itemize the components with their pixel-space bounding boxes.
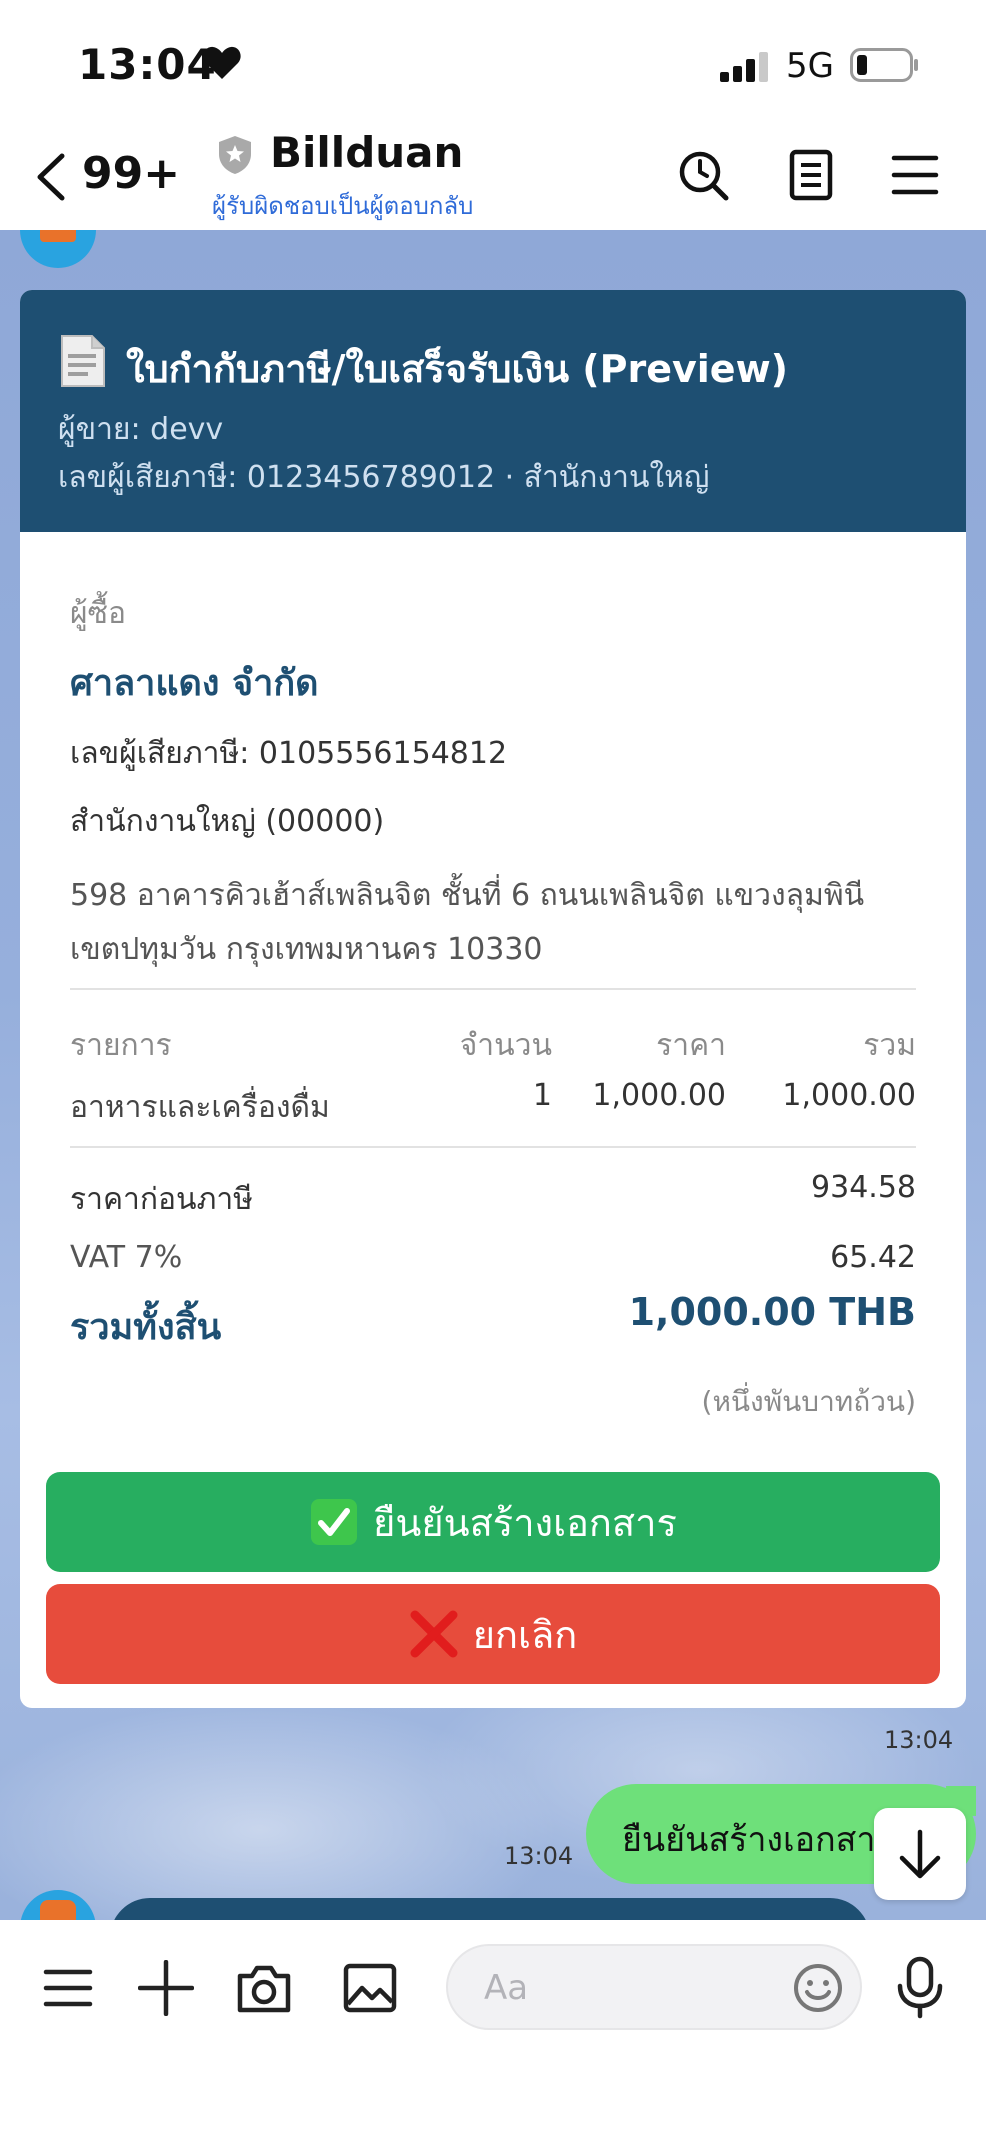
menu-icon[interactable] — [40, 1960, 96, 2016]
scroll-to-bottom-button[interactable] — [874, 1808, 966, 1900]
amount-in-words: (หนึ่งพันบาทถ้วน) — [701, 1385, 916, 1418]
battery-icon — [850, 48, 918, 82]
buyer-branch: สำนักงานใหญ่ (00000) — [70, 804, 385, 839]
divider — [70, 1146, 916, 1148]
buyer-tax-id: เลขผู้เสียภาษี: 0105556154812 — [70, 736, 508, 771]
message-timestamp: 13:04 — [504, 1842, 574, 1870]
grand-total-value: 1,000.00 THB — [628, 1290, 916, 1334]
vat-value: 65.42 — [830, 1240, 916, 1275]
invoice-header: ใบกำกับภาษี/ใบเสร็จรับเงิน (Preview) ผู้… — [20, 290, 966, 532]
confirm-label: ยืนยันสร้างเอกสาร — [373, 1500, 677, 1545]
column-price: ราคา — [656, 1028, 726, 1063]
confirm-button[interactable]: ยืนยันสร้างเอกสาร — [46, 1472, 940, 1572]
network-type: 5G — [786, 46, 834, 86]
cross-icon — [410, 1610, 458, 1658]
grand-total-label: รวมทั้งสิ้น — [70, 1307, 222, 1348]
input-bar: Aa — [0, 1920, 986, 2134]
item-total: 1,000.00 — [782, 1078, 916, 1113]
column-total: รวม — [863, 1028, 916, 1063]
buyer-address-line-2: เขตปทุมวัน กรุงเทพมหานคร 10330 — [70, 932, 543, 967]
my-message-text: ยืนยันสร้างเอกสาร — [622, 1820, 894, 1860]
status-bar: 13:04 5G — [0, 0, 986, 128]
check-icon — [311, 1499, 358, 1545]
signal-icon — [720, 52, 768, 82]
buyer-address-line-1: 598 อาคารคิวเฮ้าส์เพลินจิต ชั้นที่ 6 ถนน… — [70, 878, 865, 913]
bot-avatar[interactable] — [20, 230, 96, 268]
message-input[interactable]: Aa — [446, 1944, 862, 2030]
status-time: 13:04 — [78, 40, 217, 89]
heart-icon — [203, 46, 241, 79]
invoice-card: ใบกำกับภาษี/ใบเสร็จรับเงิน (Preview) ผู้… — [20, 290, 966, 1708]
unread-count[interactable]: 99+ — [82, 148, 180, 199]
column-item: รายการ — [70, 1028, 172, 1063]
seller-name: ผู้ขาย: devv — [58, 412, 224, 447]
divider — [70, 988, 916, 990]
invoice-title: ใบกำกับภาษี/ใบเสร็จรับเงิน (Preview) — [126, 347, 789, 391]
history-search-icon[interactable] — [676, 148, 730, 202]
microphone-icon[interactable] — [892, 1956, 948, 2020]
item-price: 1,000.00 — [592, 1078, 726, 1113]
document-icon — [61, 335, 105, 387]
chat-header: 99+ Billduan ผู้รับผิดชอบเป็นผู้ตอบกลับ — [0, 128, 986, 230]
emoji-icon[interactable] — [792, 1962, 844, 2014]
next-message-card[interactable] — [110, 1898, 870, 1920]
buyer-label: ผู้ซื้อ — [70, 596, 126, 631]
camera-icon[interactable] — [236, 1960, 292, 2016]
subtotal-value: 934.58 — [811, 1170, 916, 1205]
chat-area[interactable]: ใบกำกับภาษี/ใบเสร็จรับเงิน (Preview) ผู้… — [0, 230, 986, 1920]
cancel-label: ยกเลิก — [472, 1612, 578, 1657]
chat-subtitle: ผู้รับผิดชอบเป็นผู้ตอบกลับ — [212, 192, 474, 220]
vat-label: VAT 7% — [70, 1240, 183, 1275]
menu-icon[interactable] — [888, 148, 942, 202]
image-icon[interactable] — [342, 1960, 398, 2016]
column-qty: จำนวน — [459, 1028, 552, 1063]
notes-icon[interactable] — [784, 148, 838, 202]
item-name: อาหารและเครื่องดื่ม — [70, 1090, 330, 1125]
seller-tax-id: เลขผู้เสียภาษี: 0123456789012 · สำนักงาน… — [58, 460, 710, 495]
cancel-button[interactable]: ยกเลิก — [46, 1584, 940, 1684]
chat-title: Billduan — [270, 128, 464, 177]
message-timestamp: 13:04 — [884, 1726, 954, 1754]
arrow-down-icon — [899, 1829, 941, 1879]
message-placeholder: Aa — [484, 1968, 529, 2008]
shield-icon — [219, 136, 251, 174]
back-arrow-icon[interactable] — [34, 152, 68, 202]
plus-icon[interactable] — [138, 1960, 194, 2016]
buyer-name: ศาลาแดง จำกัด — [70, 663, 319, 704]
item-qty: 1 — [532, 1078, 552, 1113]
subtotal-label: ราคาก่อนภาษี — [70, 1182, 253, 1217]
